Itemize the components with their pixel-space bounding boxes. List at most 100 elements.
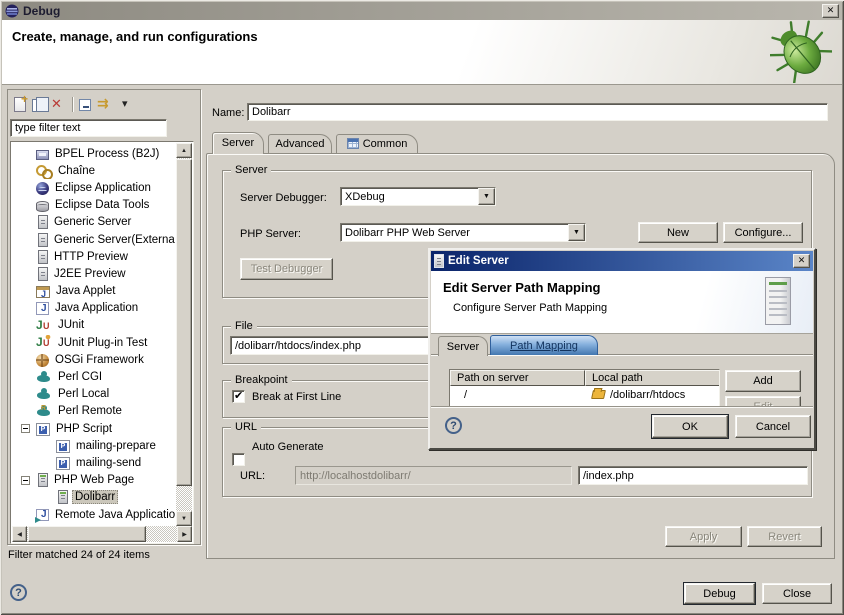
server-icon <box>38 267 48 281</box>
path-mapping-table[interactable]: Path on server Local path / /dolibarr/ht… <box>449 369 720 410</box>
column-header-path-on-server[interactable]: Path on server <box>450 370 585 386</box>
tree-item-junit-plugin-test[interactable]: JUnit Plug-in Test <box>12 334 175 351</box>
url-path-input[interactable] <box>578 466 808 485</box>
scrollbar-thumb[interactable] <box>176 159 192 486</box>
filter-icon[interactable] <box>97 96 114 113</box>
window-title: Debug <box>23 4 60 18</box>
chevron-down-icon[interactable]: ▼ <box>568 224 585 241</box>
chevron-down-icon[interactable]: ▼ <box>478 188 495 205</box>
table-cell-path-on-server[interactable]: / <box>464 389 467 401</box>
tree-item-java-applet[interactable]: Java Applet <box>12 283 175 300</box>
tree-item-osgi-framework[interactable]: OSGi Framework <box>12 351 175 368</box>
tree-item-perl-remote[interactable]: Perl Remote <box>12 403 175 420</box>
tree-item-dolibarr[interactable]: Dolibarr <box>12 489 175 506</box>
duplicate-icon[interactable] <box>32 99 43 112</box>
php-web-icon <box>38 473 48 487</box>
cancel-button[interactable]: Cancel <box>735 415 811 438</box>
tab-server[interactable]: Server <box>212 132 264 154</box>
tree-item-mailing-send[interactable]: mailing-send <box>12 454 175 471</box>
dialog-tab-path-mapping[interactable]: Path Mapping <box>490 335 598 355</box>
add-mapping-button[interactable]: Add <box>725 370 801 392</box>
help-icon[interactable]: ? <box>10 584 27 601</box>
junit-plugin-icon <box>36 335 52 350</box>
scroll-left-icon[interactable]: ◀ <box>12 526 27 542</box>
dropdown-caret-icon[interactable] <box>120 96 137 113</box>
new-server-button[interactable]: New <box>638 222 718 243</box>
tree-item-http-preview[interactable]: HTTP Preview <box>12 248 175 265</box>
dialog-close-button[interactable]: ✕ <box>793 254 810 268</box>
eclipse-icon <box>36 182 49 195</box>
tree-item-generic-server[interactable]: Generic Server <box>12 214 175 231</box>
toolbar-separator <box>72 97 73 112</box>
test-debugger-button[interactable]: Test Debugger <box>240 258 333 280</box>
window-close-button[interactable]: ✕ <box>822 4 839 18</box>
break-first-line-label: Break at First Line <box>252 391 341 403</box>
name-label: Name: <box>212 107 244 119</box>
name-input[interactable] <box>247 103 828 121</box>
tree-item-bpel-process[interactable]: BPEL Process (B2J) <box>12 145 175 162</box>
database-icon <box>36 201 49 212</box>
php-server-select[interactable]: Dolibarr PHP Web Server ▼ <box>340 223 586 242</box>
scrollbar-thumb[interactable] <box>28 526 146 542</box>
tree-item-mailing-prepare[interactable]: mailing-prepare <box>12 437 175 454</box>
tree-item-java-application[interactable]: Java Application <box>12 300 175 317</box>
help-icon[interactable]: ? <box>445 417 462 434</box>
configure-server-button[interactable]: Configure... <box>723 222 803 243</box>
dialog-heading: Edit Server Path Mapping <box>431 271 813 295</box>
scroll-right-icon[interactable]: ▶ <box>177 526 192 542</box>
server-icon <box>38 250 48 264</box>
base-url-input <box>295 466 572 485</box>
server-icon <box>434 254 444 268</box>
filter-input[interactable] <box>10 119 167 137</box>
remote-java-icon <box>36 509 49 521</box>
auto-generate-checkbox[interactable] <box>232 453 245 466</box>
bpel-process-icon <box>36 150 49 160</box>
debug-button[interactable]: Debug <box>684 583 755 604</box>
close-button[interactable]: Close <box>762 583 832 604</box>
column-header-local-path[interactable]: Local path <box>585 370 720 386</box>
file-group-legend: File <box>231 320 257 332</box>
bug-icon <box>770 19 832 83</box>
table-icon <box>347 138 359 149</box>
apply-button[interactable]: Apply <box>665 526 742 547</box>
new-configuration-icon[interactable] <box>14 97 26 112</box>
tab-advanced[interactable]: Advanced <box>268 134 332 154</box>
tab-common[interactable]: Common <box>336 134 418 154</box>
tree-horizontal-scrollbar[interactable]: ◀ ▶ <box>12 526 192 542</box>
delete-icon[interactable] <box>49 96 66 113</box>
revert-button[interactable]: Revert <box>747 526 822 547</box>
collapse-expander-icon[interactable] <box>21 476 30 485</box>
tree-item-eclipse-data-tools[interactable]: Eclipse Data Tools <box>12 197 175 214</box>
java-icon <box>36 302 49 315</box>
dialog-footer: ? OK Cancel <box>431 406 813 447</box>
perl-icon <box>36 370 52 385</box>
scroll-down-icon[interactable]: ▼ <box>176 511 192 526</box>
window-titlebar: Debug ✕ <box>2 2 842 20</box>
tree-item-j2ee-preview[interactable]: J2EE Preview <box>12 265 175 282</box>
break-first-line-checkbox[interactable] <box>232 390 245 403</box>
dialog-subheading: Configure Server Path Mapping <box>431 295 813 314</box>
filter-status-text: Filter matched 24 of 24 items <box>8 549 150 561</box>
tree-item-php-web-page[interactable]: PHP Web Page <box>12 472 175 489</box>
scroll-up-icon[interactable]: ▲ <box>176 143 192 158</box>
tree-item-chaine[interactable]: Chaîne <box>12 162 175 179</box>
table-cell-local-path[interactable]: /dolibarr/htdocs <box>592 389 685 401</box>
tree-item-perl-local[interactable]: Perl Local <box>12 386 175 403</box>
tree-item-generic-server-external[interactable]: Generic Server(External La <box>12 231 175 248</box>
tree-item-perl-cgi[interactable]: Perl CGI <box>12 368 175 385</box>
server-debugger-label: Server Debugger: <box>240 192 327 204</box>
tree-item-junit[interactable]: JUnit <box>12 317 175 334</box>
tree-item-eclipse-application[interactable]: Eclipse Application <box>12 179 175 196</box>
ok-button[interactable]: OK <box>652 415 728 438</box>
dialog-tab-server[interactable]: Server <box>438 336 488 356</box>
tree-item-remote-java-application[interactable]: Remote Java Application <box>12 506 175 523</box>
dialog-title: Edit Server <box>448 255 509 267</box>
tree-item-php-script[interactable]: PHP Script <box>12 420 175 437</box>
junit-icon <box>36 318 52 333</box>
server-debugger-select[interactable]: XDebug ▼ <box>340 187 496 206</box>
collapse-all-icon[interactable] <box>79 99 91 111</box>
tree-vertical-scrollbar[interactable]: ▲ ▼ <box>176 143 192 526</box>
dialog-titlebar: Edit Server ✕ <box>431 251 813 271</box>
server-icon <box>38 233 48 247</box>
collapse-expander-icon[interactable] <box>21 424 30 433</box>
